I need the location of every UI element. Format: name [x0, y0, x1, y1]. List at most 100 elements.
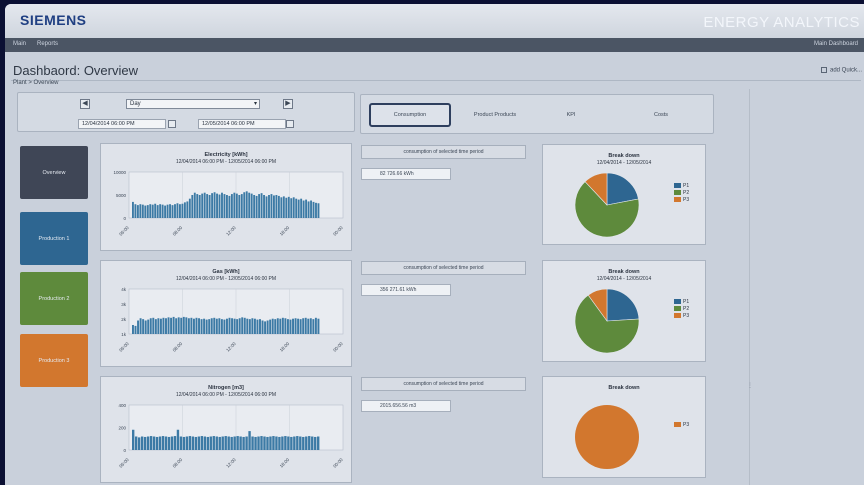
x-tick-label: 18:00	[279, 341, 291, 353]
bar	[176, 429, 180, 450]
bar	[241, 317, 244, 334]
bar	[253, 195, 256, 218]
bar	[293, 436, 296, 450]
menu-item-reports[interactable]: Reports	[37, 41, 58, 47]
bar	[161, 436, 165, 450]
gas-bar-chart: 4k 3k 2k 1k 06:00 08:00 12:00 18:00 00:00	[118, 287, 344, 353]
bar	[292, 318, 294, 334]
legend-item: P3	[674, 197, 689, 204]
bar	[173, 436, 177, 450]
consumption-value: 82 726.66 kWh	[361, 168, 451, 180]
tile-production-2[interactable]: Production 2	[20, 272, 88, 325]
calendar-icon[interactable]	[286, 120, 294, 128]
bar	[164, 205, 167, 218]
bar	[144, 320, 147, 334]
bar	[205, 319, 208, 334]
bar	[139, 204, 142, 218]
bar	[216, 193, 218, 218]
consumption-label: consumption of selected time period	[361, 261, 526, 275]
legend-item: P3	[674, 313, 689, 320]
bar	[317, 436, 320, 450]
x-tick-label: 18:00	[279, 225, 291, 237]
tile-production-1[interactable]: Production 1	[20, 212, 88, 265]
bar	[159, 204, 162, 218]
breadcrumb[interactable]: Plant > Overview	[13, 80, 59, 86]
bar	[290, 198, 293, 218]
bar	[317, 203, 320, 218]
bar	[188, 198, 191, 218]
bar	[266, 320, 269, 334]
tab-consumption[interactable]: Consumption	[369, 103, 451, 127]
bar	[155, 436, 159, 450]
consumption-label: consumption of selected time period	[361, 145, 526, 159]
next-period-button[interactable]: ▶	[283, 99, 293, 109]
period-select[interactable]: Day ▾	[126, 99, 260, 109]
bar	[185, 436, 189, 450]
bar	[132, 201, 134, 218]
add-quick-link[interactable]: add Quick...	[820, 67, 862, 74]
to-date-input[interactable]: 12/05/2014 06:00 PM	[198, 119, 286, 129]
calendar-icon[interactable]	[168, 120, 176, 128]
checkbox-icon[interactable]	[820, 67, 827, 73]
bar	[261, 320, 264, 334]
bar	[152, 436, 156, 450]
bar	[269, 319, 272, 334]
tab-kpi[interactable]: KPI	[551, 103, 591, 127]
bar	[260, 436, 263, 450]
bar	[245, 191, 248, 218]
bar	[190, 317, 193, 334]
bar	[268, 195, 270, 218]
from-date-input[interactable]: 12/04/2014 06:00 PM	[78, 119, 166, 129]
bar	[203, 318, 206, 334]
bar	[175, 318, 178, 334]
x-tick-label: 12:00	[225, 457, 237, 469]
y-tick-label: 2k	[121, 317, 127, 322]
bar	[182, 436, 186, 450]
bar	[254, 436, 257, 450]
bar	[289, 319, 292, 334]
bar	[147, 319, 150, 334]
menu-right-link[interactable]: Main Dashboard	[814, 41, 858, 47]
tile-production-3[interactable]: Production 3	[20, 334, 88, 387]
bar	[280, 197, 283, 218]
consumption-value: 356 271.61 kWh	[361, 284, 451, 296]
bar	[314, 317, 317, 334]
bar	[165, 318, 167, 334]
bar	[302, 318, 305, 334]
bar	[185, 317, 188, 334]
nitrogen-bar-chart: 400 200 0 06:00 08:00 12:00 18:00 00:00	[118, 403, 344, 469]
bar	[272, 436, 275, 450]
y-tick-label: 10000	[113, 170, 126, 175]
bar	[149, 204, 152, 218]
tile-overview[interactable]: Overview	[20, 146, 88, 199]
bar	[136, 205, 139, 218]
bar	[312, 319, 315, 334]
bar	[264, 321, 267, 334]
resize-handle[interactable]: ⋮	[747, 382, 753, 389]
bar	[137, 437, 141, 450]
bar	[152, 317, 155, 334]
bar	[177, 317, 180, 334]
bar	[143, 436, 147, 450]
tab-product-products[interactable]: Product Products	[469, 103, 521, 127]
title-divider	[11, 80, 861, 81]
bar	[263, 436, 266, 450]
bar	[209, 436, 212, 450]
legend-item: P2	[674, 190, 689, 197]
bar	[158, 436, 162, 450]
legend-label: P3	[683, 422, 690, 428]
legend-item: P3	[674, 422, 689, 429]
bar	[151, 204, 154, 218]
bar	[180, 317, 183, 334]
legend-swatch	[674, 422, 681, 428]
bar	[317, 318, 320, 334]
bar	[308, 436, 311, 450]
bar	[188, 436, 192, 450]
bar	[200, 436, 204, 450]
bar	[250, 193, 253, 218]
tab-costs[interactable]: Costs	[641, 103, 681, 127]
menu-item-main[interactable]: Main	[13, 41, 26, 47]
bar	[167, 317, 170, 334]
bar	[194, 436, 198, 450]
previous-period-button[interactable]: ◀	[80, 99, 90, 109]
